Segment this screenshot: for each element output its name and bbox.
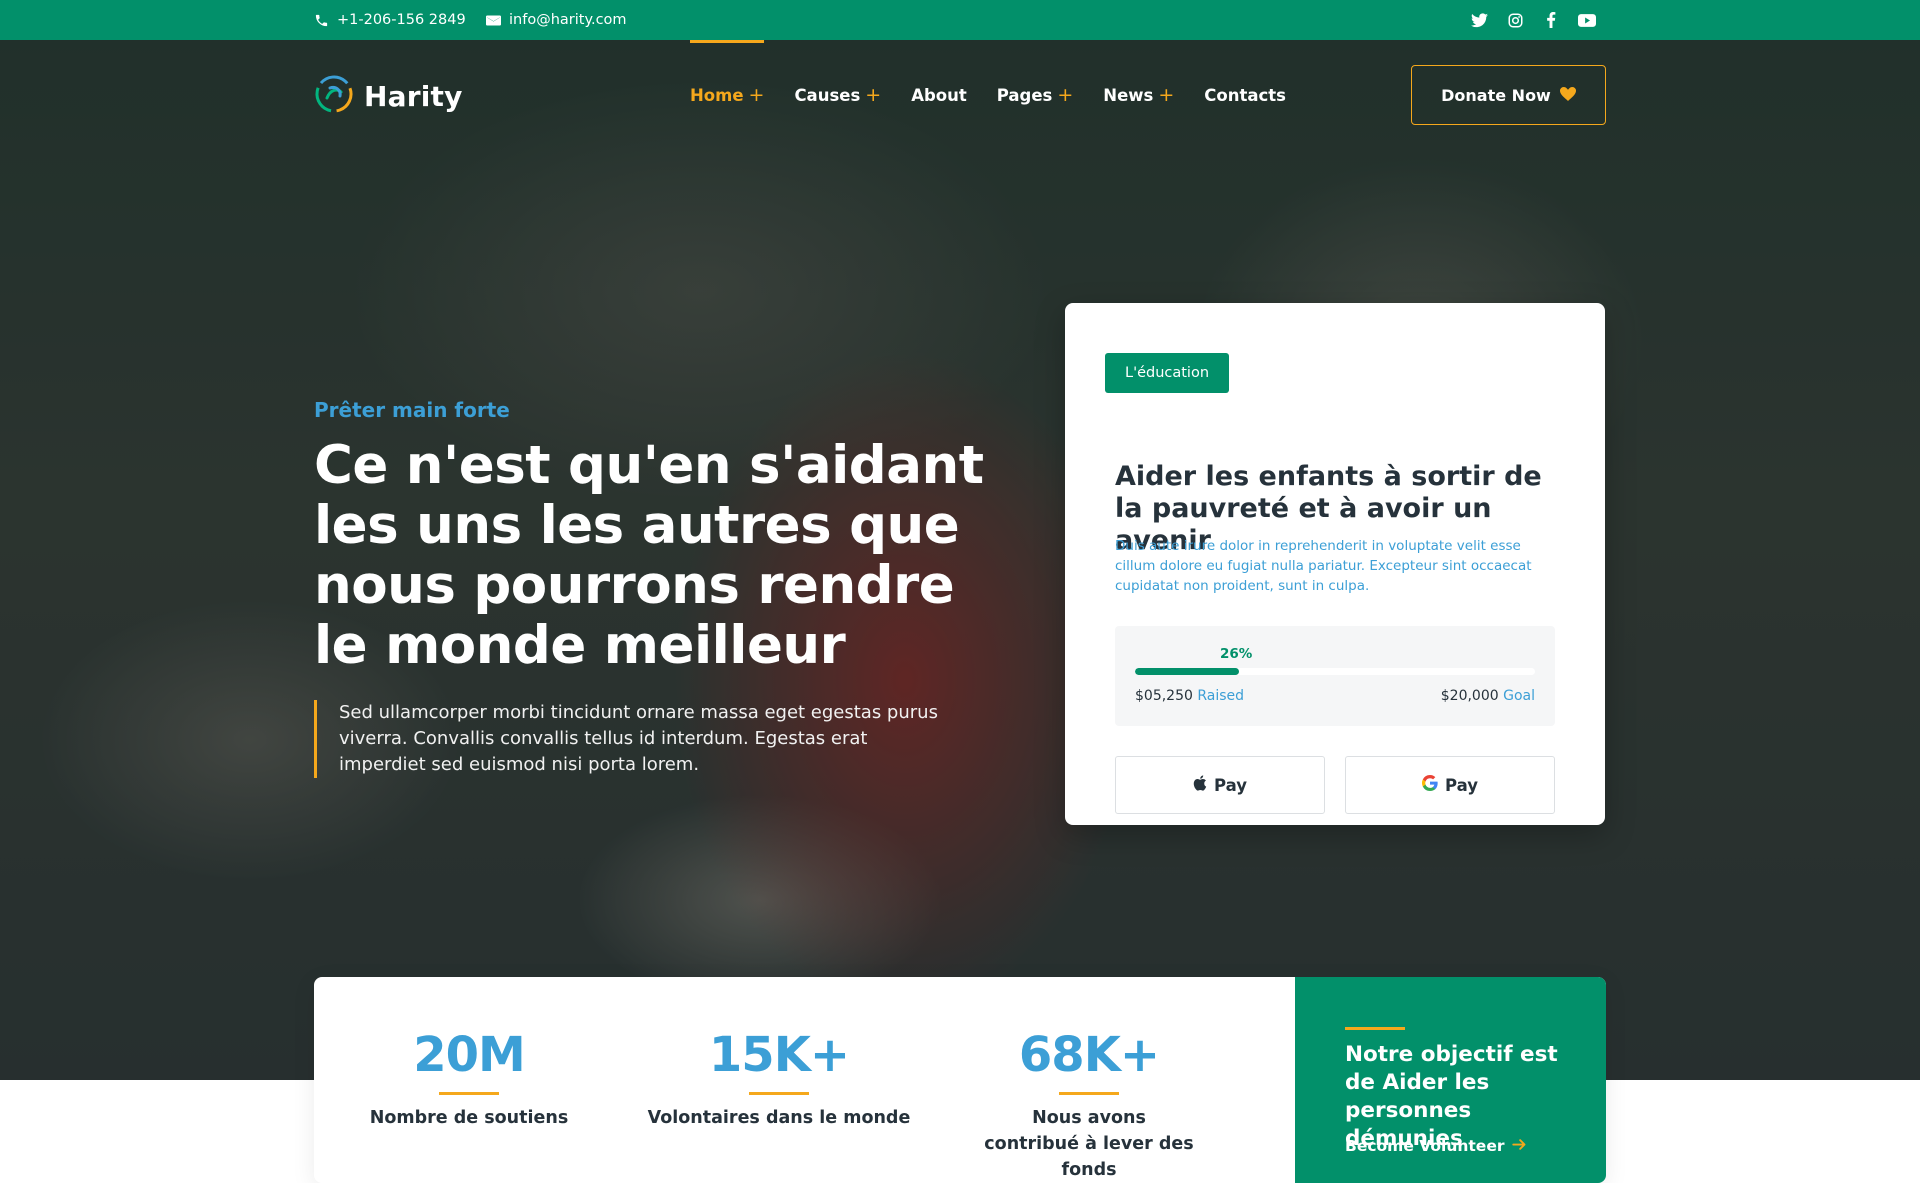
- youtube-icon[interactable]: [1578, 11, 1596, 29]
- progress-track: [1135, 668, 1535, 675]
- email-address: info@harity.com: [509, 12, 627, 28]
- progress-fill: [1135, 668, 1239, 675]
- raised-amount: $05,250 Raised: [1135, 688, 1244, 704]
- hero-lead-text: Sed ullamcorper morbi tincidunt ornare m…: [314, 700, 954, 778]
- nav-item-about[interactable]: About: [911, 40, 967, 150]
- main-navigation: Home + Causes + About Pages + News + Con…: [690, 40, 1286, 150]
- cause-card: L'éducation Aider les enfants à sortir d…: [1065, 303, 1605, 825]
- google-icon: [1421, 774, 1438, 795]
- nav-item-home[interactable]: Home +: [690, 40, 765, 150]
- progress-percent: 26%: [1220, 646, 1253, 662]
- facebook-icon[interactable]: [1542, 11, 1560, 29]
- objective-panel: Notre objectif est de Aider les personne…: [1295, 977, 1606, 1183]
- phone-number: +1-206-156 2849: [337, 12, 466, 28]
- objective-underline: [1345, 1027, 1405, 1030]
- nav-item-pages[interactable]: Pages +: [997, 40, 1074, 150]
- hero-headline: Ce n'est qu'en s'aidant les uns les autr…: [314, 435, 984, 676]
- cause-description: Duis aute irure dolor in reprehenderit i…: [1115, 538, 1532, 594]
- email-contact[interactable]: info@harity.com: [486, 0, 627, 40]
- goal-value: $20,000: [1440, 688, 1499, 704]
- stat-underline: [439, 1092, 499, 1095]
- google-pay-label: Pay: [1444, 775, 1479, 795]
- apple-pay-button[interactable]: Pay: [1115, 756, 1325, 814]
- cause-category-tag[interactable]: L'éducation: [1105, 353, 1230, 393]
- raised-value: $05,250: [1135, 688, 1193, 704]
- plus-icon: +: [1057, 84, 1074, 106]
- hero-eyebrow: Prêter main forte: [314, 398, 510, 422]
- nav-item-label: News: [1103, 85, 1154, 105]
- top-bar: +1-206-156 2849 info@harity.com: [0, 0, 1920, 40]
- plus-icon: +: [865, 84, 882, 106]
- nav-item-label: About: [911, 85, 967, 105]
- arrow-right-icon: [1512, 1137, 1527, 1155]
- raised-label: Raised: [1197, 688, 1245, 704]
- plus-icon: +: [748, 84, 765, 106]
- heart-icon: [1559, 86, 1576, 105]
- nav-item-contacts[interactable]: Contacts: [1204, 40, 1286, 150]
- stat-value: 20M: [413, 1027, 526, 1083]
- social-links: [1470, 0, 1596, 40]
- nav-item-causes[interactable]: Causes +: [794, 40, 881, 150]
- become-volunteer-link[interactable]: Become Volunteer: [1345, 1137, 1527, 1155]
- nav-item-label: Contacts: [1204, 85, 1286, 105]
- apple-icon: [1193, 775, 1207, 795]
- phone-icon: [314, 13, 329, 28]
- apple-pay-label: Pay: [1213, 775, 1248, 795]
- brand-name: Harity: [364, 79, 463, 113]
- nav-item-news[interactable]: News +: [1103, 40, 1174, 150]
- hero-section: Harity Home + Causes + About Pages + New…: [0, 40, 1920, 1080]
- plus-icon: +: [1158, 84, 1175, 106]
- stat-value: 15K+: [708, 1027, 850, 1083]
- logo-icon: [314, 74, 354, 118]
- become-volunteer-label: Become Volunteer: [1345, 1137, 1505, 1155]
- google-pay-button[interactable]: Pay: [1345, 756, 1555, 814]
- nav-item-label: Home: [690, 85, 744, 105]
- stat-label: Volontaires dans le monde: [647, 1108, 911, 1128]
- nav-item-label: Causes: [794, 85, 861, 105]
- stat-underline: [749, 1092, 809, 1095]
- stat-label: Nous avons contribué à lever des fonds: [984, 1108, 1194, 1180]
- instagram-icon[interactable]: [1506, 11, 1524, 29]
- goal-label: Goal: [1503, 688, 1535, 704]
- nav-item-label: Pages: [996, 85, 1053, 105]
- donate-now-button[interactable]: Donate Now: [1411, 65, 1606, 125]
- stat-value: 68K+: [1018, 1027, 1160, 1083]
- stat-underline: [1059, 1092, 1119, 1095]
- site-logo[interactable]: Harity: [314, 74, 463, 118]
- mail-icon: [486, 14, 501, 27]
- donation-progress: 26% $05,250 Raised $20,000 Goal: [1115, 626, 1555, 726]
- stat-label: Nombre de soutiens: [369, 1108, 569, 1128]
- donate-button-label: Donate Now: [1441, 85, 1551, 105]
- twitter-icon[interactable]: [1470, 11, 1488, 29]
- goal-amount: $20,000 Goal: [1441, 688, 1535, 704]
- stats-panel: 20M Nombre de soutiens 15K+ Volontaires …: [314, 977, 1606, 1183]
- phone-contact[interactable]: +1-206-156 2849: [314, 0, 466, 40]
